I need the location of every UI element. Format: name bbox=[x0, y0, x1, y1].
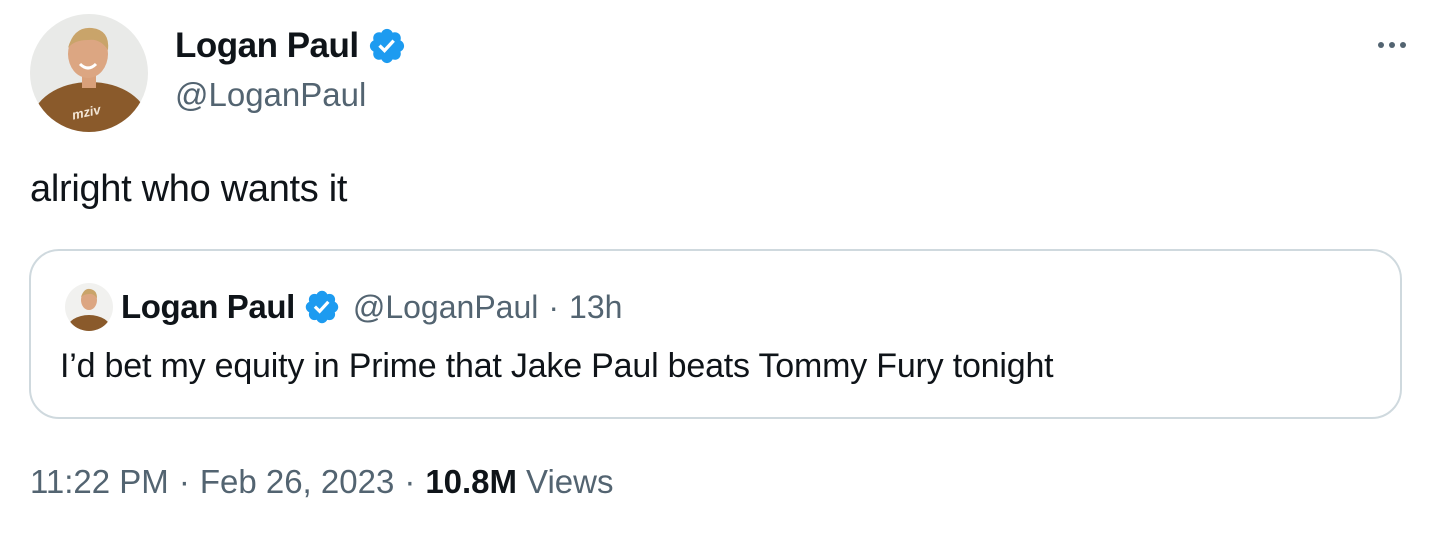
more-options-button[interactable] bbox=[1372, 30, 1412, 60]
tweet-meta: 11:22 PM · Feb 26, 2023 · 10.8M Views bbox=[30, 463, 613, 501]
author-handle[interactable]: @LoganPaul bbox=[175, 76, 407, 114]
quoted-verified-badge-icon bbox=[305, 290, 339, 324]
more-horizontal-icon-dot bbox=[1389, 42, 1395, 48]
quoted-tweet-text: I’d bet my equity in Prime that Jake Pau… bbox=[60, 347, 1054, 385]
quoted-avatar-image bbox=[65, 283, 113, 331]
meta-separator: · bbox=[404, 463, 416, 500]
quoted-tweet[interactable]: Logan Paul @LoganPaul · 13h I’d bet my e… bbox=[29, 249, 1402, 419]
quoted-separator: · bbox=[548, 288, 560, 325]
quoted-timestamp[interactable]: 13h bbox=[569, 289, 622, 326]
verified-badge-icon bbox=[369, 28, 404, 64]
meta-separator: · bbox=[178, 463, 190, 500]
author-avatar[interactable]: mziv bbox=[30, 14, 148, 132]
views-count: 10.8M bbox=[425, 463, 518, 500]
tweet: mziv Logan Paul @LoganPaul alright who w… bbox=[0, 0, 1440, 542]
views-label: Views bbox=[526, 463, 614, 500]
tweet-text: alright who wants it bbox=[30, 168, 348, 210]
quoted-author-handle[interactable]: @LoganPaul bbox=[353, 289, 539, 326]
avatar-image: mziv bbox=[30, 14, 148, 132]
tweet-time[interactable]: 11:22 PM bbox=[30, 463, 169, 501]
tweet-date[interactable]: Feb 26, 2023 bbox=[200, 463, 395, 501]
author-display-name[interactable]: Logan Paul bbox=[175, 26, 359, 66]
quoted-tweet-header: Logan Paul @LoganPaul · 13h bbox=[65, 279, 622, 335]
quoted-author-avatar[interactable] bbox=[65, 283, 113, 331]
more-horizontal-icon-dot bbox=[1378, 42, 1384, 48]
quoted-author-name[interactable]: Logan Paul bbox=[121, 288, 295, 326]
author-info: Logan Paul @LoganPaul bbox=[175, 22, 407, 114]
author-name-row: Logan Paul bbox=[175, 22, 407, 70]
more-horizontal-icon-dot bbox=[1400, 42, 1406, 48]
